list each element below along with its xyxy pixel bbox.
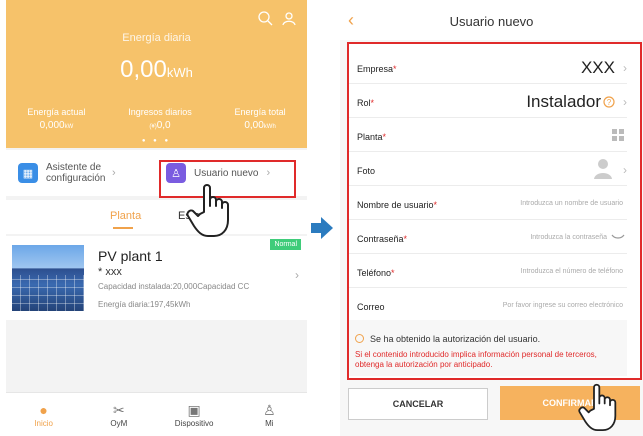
nav-me[interactable]: ♙ Mi xyxy=(232,393,307,436)
phone-input[interactable]: Introduzca el número de teléfono xyxy=(521,268,623,275)
chevron-right-icon: › xyxy=(623,61,627,75)
password-input[interactable]: Introduzca la contraseña xyxy=(530,234,607,241)
stat-daily-income: Ingresos diarios (¥)0,0 xyxy=(128,107,192,131)
plant-name: PV plant 1 xyxy=(98,248,163,264)
field-password[interactable]: Contraseña* Introduzca la contraseña xyxy=(349,220,627,254)
active-tab-indicator xyxy=(113,227,133,229)
energy-summary-panel: Energía diaria 0,00kWh Energía actual 0,… xyxy=(6,0,307,148)
tap-hand-icon xyxy=(186,184,229,237)
app-home-screen: Energía diaria 0,00kWh Energía actual 0,… xyxy=(6,0,307,436)
nav-home[interactable]: ● Inicio xyxy=(6,393,81,436)
grid-select-icon xyxy=(612,129,624,141)
field-phone[interactable]: Teléfono* Introduzca el número de teléfo… xyxy=(349,254,627,288)
tools-icon: ✂ xyxy=(113,402,125,418)
authorization-checkbox[interactable]: Se ha obtenido la autorización del usuar… xyxy=(355,334,540,344)
stat-current-power: Energía actual 0,000kW xyxy=(27,107,86,131)
search-icon[interactable] xyxy=(257,10,273,26)
plant-tabs: Planta Esta xyxy=(6,200,307,234)
field-planta[interactable]: Planta* xyxy=(349,118,627,152)
setup-wizard-shortcut[interactable]: ▦ Asistente de configuración › xyxy=(18,150,116,196)
authorization-warning: Si el contenido introducido implica info… xyxy=(355,350,597,369)
chevron-right-icon: › xyxy=(623,95,627,109)
bottom-navigation: ● Inicio ✂ OyM ▣ Dispositivo ♙ Mi xyxy=(6,392,307,436)
tab-plant[interactable]: Planta xyxy=(110,210,141,222)
page-indicator: ● ● ● xyxy=(141,138,172,144)
stat-total-energy: Energía total 0,00kWh xyxy=(234,107,286,131)
plant-owner: * xxx xyxy=(98,266,122,278)
field-rol[interactable]: Rol* Instalador ? › xyxy=(349,84,627,118)
avatar-placeholder-icon xyxy=(594,159,612,179)
chevron-right-icon: › xyxy=(295,268,299,282)
daily-energy-value: 0,00kWh xyxy=(120,56,193,83)
field-foto[interactable]: Foto › xyxy=(349,152,627,186)
home-icon: ● xyxy=(39,402,48,418)
user-settings-icon[interactable] xyxy=(281,10,297,26)
field-username[interactable]: Nombre de usuario* Introduzca un nombre … xyxy=(349,186,627,220)
arrow-right-icon xyxy=(311,217,333,239)
page-title: Usuario nuevo xyxy=(449,14,534,29)
username-input[interactable]: Introduzca un nombre de usuario xyxy=(520,200,623,207)
nav-oym[interactable]: ✂ OyM xyxy=(81,393,156,436)
daily-energy-title: Energía diaria xyxy=(122,32,191,44)
empresa-value: XXX xyxy=(580,58,615,77)
email-input[interactable]: Por favor ingrese su correo electrónico xyxy=(503,302,623,309)
radio-circle-icon xyxy=(355,334,364,343)
svg-text:?: ? xyxy=(607,98,612,107)
new-user-screen: ‹ Usuario nuevo Empresa* XXX › Rol* Inst… xyxy=(340,0,643,436)
device-icon: ▣ xyxy=(187,402,201,418)
nav-device[interactable]: ▣ Dispositivo xyxy=(157,393,232,436)
plant-card[interactable]: Normal PV plant 1 * xxx Capacidad instal… xyxy=(6,236,307,320)
status-badge: Normal xyxy=(270,239,301,250)
rol-value: Instalador xyxy=(526,92,601,111)
eye-closed-icon[interactable] xyxy=(611,234,625,240)
field-email[interactable]: Correo Por favor ingrese su correo elect… xyxy=(349,288,627,322)
chevron-right-icon: › xyxy=(623,163,627,177)
help-icon[interactable]: ? xyxy=(603,96,615,108)
wizard-icon: ▦ xyxy=(18,163,38,183)
cancel-button[interactable]: CANCELAR xyxy=(348,388,488,420)
chevron-right-icon: › xyxy=(112,167,116,179)
plant-capacity: Capacidad instalada:20,000Capacidad CC xyxy=(98,282,250,291)
tap-hand-icon xyxy=(578,383,617,431)
person-icon: ♙ xyxy=(263,402,276,418)
plant-daily-energy: Energía diaria:197,45kWh xyxy=(98,300,191,309)
header-bar: ‹ Usuario nuevo xyxy=(340,0,643,40)
field-empresa[interactable]: Empresa* XXX › xyxy=(349,50,627,84)
solar-panel-image xyxy=(12,245,84,311)
authorization-section: Se ha obtenido la autorización del usuar… xyxy=(349,320,627,376)
